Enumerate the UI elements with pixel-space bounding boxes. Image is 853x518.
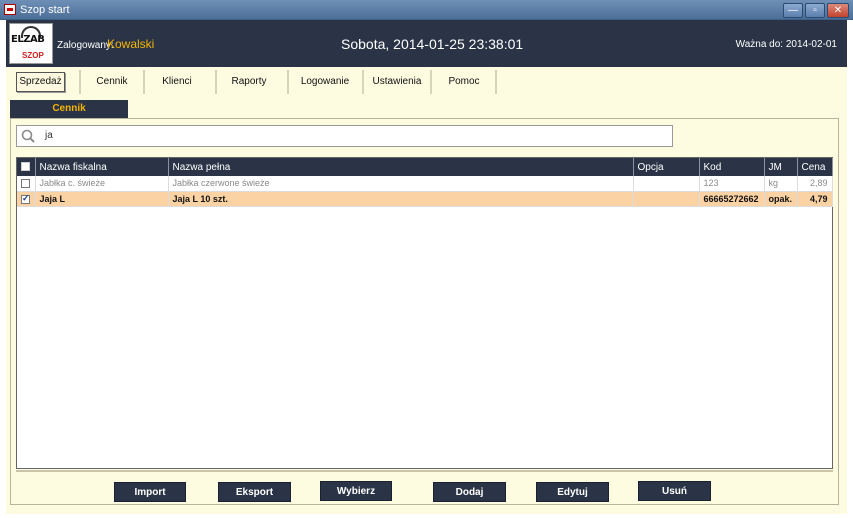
nav-divider xyxy=(287,70,289,94)
edit-button[interactable]: Edytuj xyxy=(536,482,609,502)
nav-divider xyxy=(495,70,497,94)
row-checkbox[interactable] xyxy=(17,176,36,192)
import-button[interactable]: Import xyxy=(114,482,186,502)
column-header-full-name[interactable]: Nazwa pełna xyxy=(168,158,634,176)
add-button[interactable]: Dodaj xyxy=(433,482,506,502)
table-row[interactable]: Jaja L Jaja L 10 szt. 66665272662 opak. … xyxy=(17,191,833,207)
nav-divider xyxy=(215,70,217,94)
minimize-button[interactable]: — xyxy=(783,3,803,18)
nav-logowanie[interactable]: Logowanie xyxy=(292,72,358,92)
nav-divider xyxy=(430,70,432,94)
section-tab-cennik[interactable]: Cennik xyxy=(10,100,128,118)
price-list-table: Nazwa fiskalna Nazwa pełna Opcja Kod JM … xyxy=(16,157,833,469)
cell-full-name: Jabłka czerwone świeże xyxy=(168,176,634,192)
license-valid-until: Ważna do: 2014-02-01 xyxy=(735,39,837,50)
elzab-logo: ELZAB SZOP xyxy=(9,23,53,64)
cell-price: 2,89 xyxy=(797,176,833,192)
logo-subtext: SZOP xyxy=(22,51,44,60)
cell-option xyxy=(633,176,700,192)
logo-text: ELZAB xyxy=(11,34,45,45)
search-input[interactable]: ja xyxy=(16,125,673,147)
app-header: ELZAB SZOP Zalogowany: Kowalski Sobota, … xyxy=(6,20,847,67)
divider xyxy=(16,470,833,472)
cell-code: 123 xyxy=(699,176,765,192)
cell-unit: opak. xyxy=(764,191,798,207)
nav-divider xyxy=(143,70,145,94)
delete-button[interactable]: Usuń xyxy=(638,481,711,501)
table-header-row: Nazwa fiskalna Nazwa pełna Opcja Kod JM … xyxy=(17,158,833,176)
nav-sprzedaz[interactable]: Sprzedaż xyxy=(16,72,65,92)
nav-klienci[interactable]: Klienci xyxy=(148,72,206,92)
nav-raporty[interactable]: Raporty xyxy=(220,72,278,92)
select-all-checkbox[interactable] xyxy=(17,158,36,176)
cell-fiscal-name: Jabłka c. świeże xyxy=(35,176,169,192)
window-title: Szop start xyxy=(20,4,70,16)
cell-option xyxy=(633,191,700,207)
app-icon xyxy=(4,4,16,15)
search-icon xyxy=(21,129,35,143)
login-label: Zalogowany: xyxy=(57,40,114,51)
nav-pomoc[interactable]: Pomoc xyxy=(434,72,494,92)
cell-fiscal-name: Jaja L xyxy=(35,191,169,207)
column-header-unit[interactable]: JM xyxy=(764,158,798,176)
nav-divider xyxy=(79,70,81,94)
column-header-code[interactable]: Kod xyxy=(699,158,765,176)
datetime-display: Sobota, 2014-01-25 23:38:01 xyxy=(341,36,524,52)
logged-user: Kowalski xyxy=(107,37,155,51)
column-header-price[interactable]: Cena xyxy=(797,158,833,176)
row-checkbox[interactable] xyxy=(17,191,36,207)
cell-unit: kg xyxy=(764,176,798,192)
close-button[interactable]: ✕ xyxy=(827,3,849,18)
column-header-fiscal-name[interactable]: Nazwa fiskalna xyxy=(35,158,169,176)
nav-divider xyxy=(362,70,364,94)
table-row[interactable]: Jabłka c. świeże Jabłka czerwone świeże … xyxy=(17,176,833,192)
cell-code: 66665272662 xyxy=(699,191,765,207)
cell-full-name: Jaja L 10 szt. xyxy=(168,191,634,207)
nav-ustawienia[interactable]: Ustawienia xyxy=(366,72,428,92)
cell-price: 4,79 xyxy=(797,191,833,207)
maximize-button[interactable]: ▫ xyxy=(805,3,825,18)
search-value: ja xyxy=(45,130,53,141)
select-button[interactable]: Wybierz xyxy=(320,481,392,501)
column-header-option[interactable]: Opcja xyxy=(633,158,700,176)
export-button[interactable]: Eksport xyxy=(218,482,291,502)
window-titlebar: Szop start — ▫ ✕ xyxy=(0,0,853,20)
nav-cennik[interactable]: Cennik xyxy=(84,72,140,92)
